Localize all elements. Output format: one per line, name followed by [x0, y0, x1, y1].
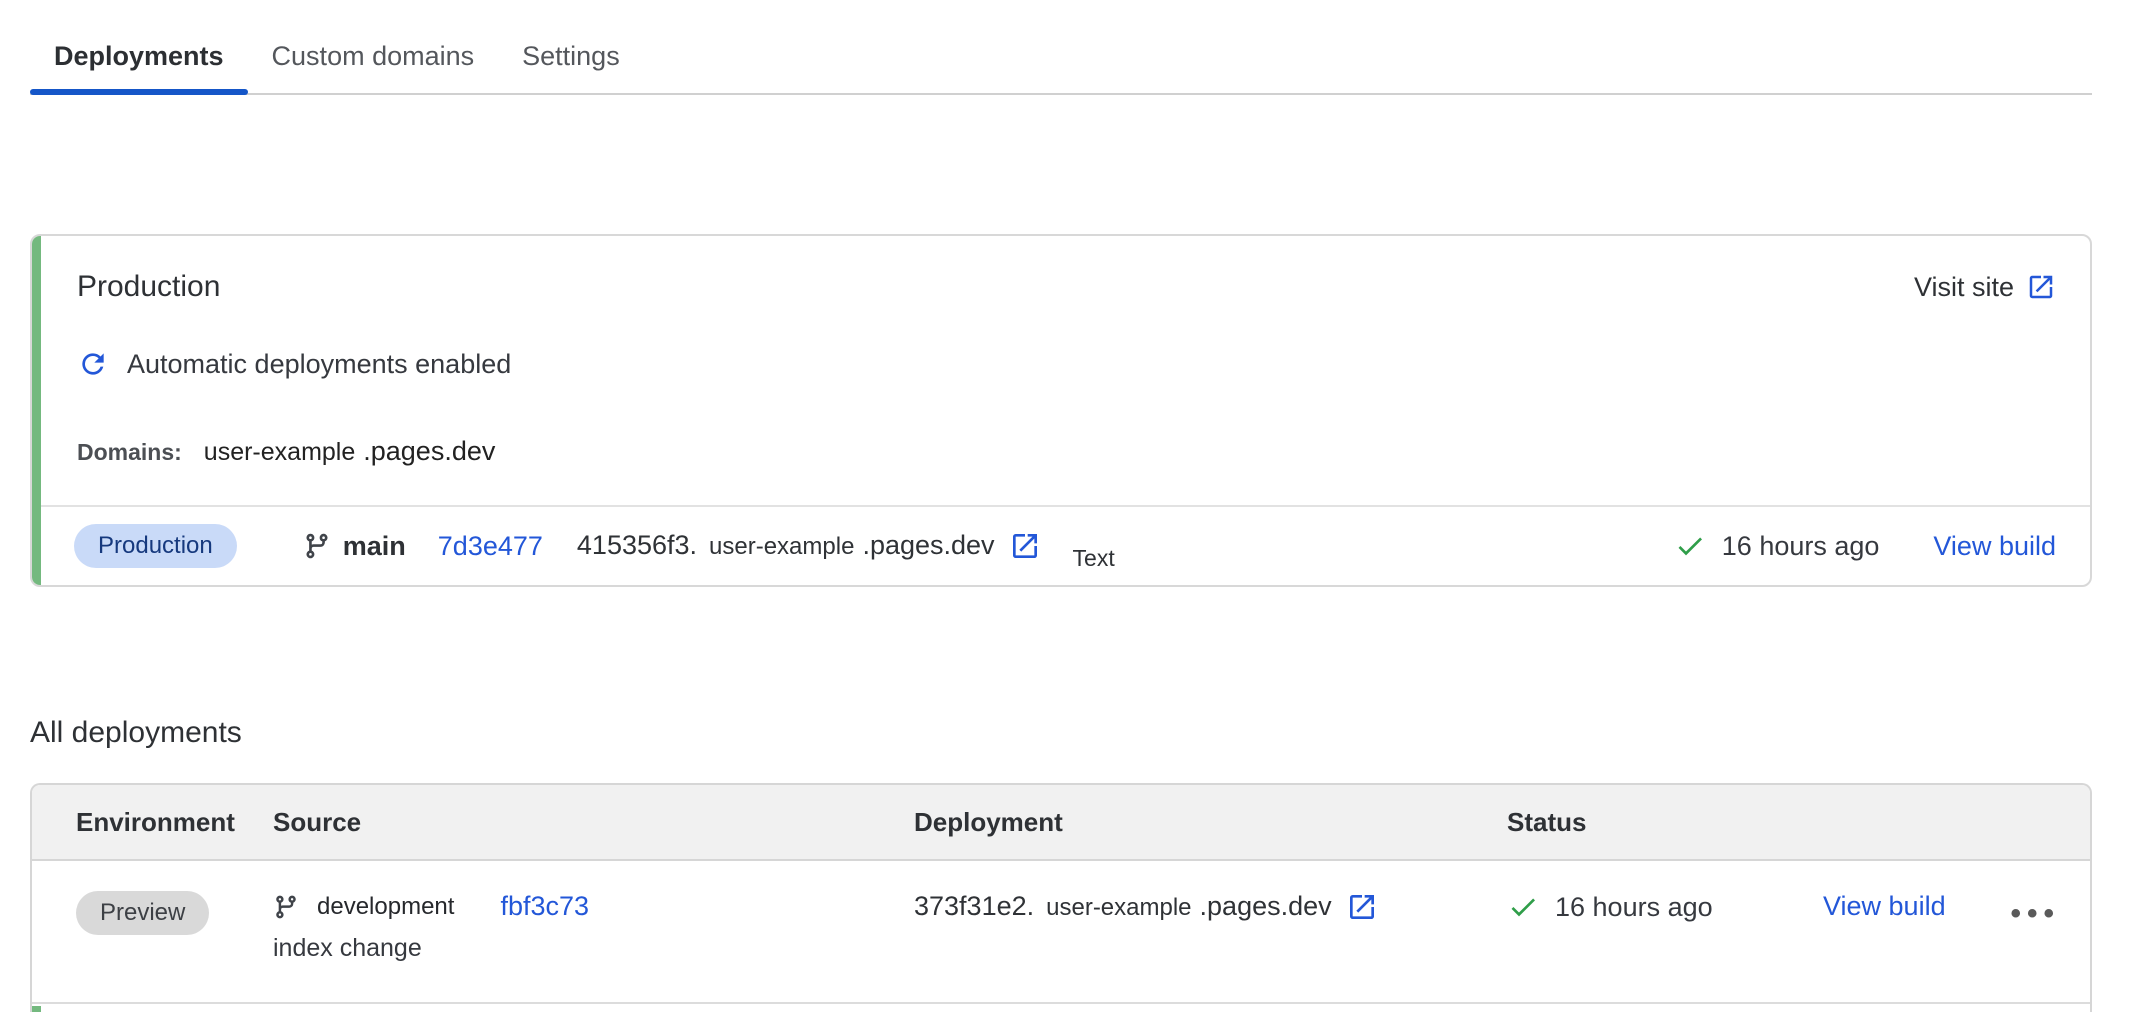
- actions-cell: View build: [1823, 891, 1970, 922]
- tab-custom-domains-label: Custom domains: [272, 41, 475, 72]
- environment-cell: Preview: [76, 891, 273, 935]
- production-card: Production Visit site Automatic deployme…: [30, 234, 2092, 587]
- tab-deployments[interactable]: Deployments: [30, 0, 248, 93]
- deployments-table: Environment Source Deployment Status Pre…: [30, 783, 2092, 1012]
- commit-message: index change: [273, 934, 422, 963]
- row-menu-button[interactable]: •••: [1970, 891, 2060, 931]
- view-build-link[interactable]: View build: [1823, 891, 1946, 922]
- source-cell: development fbf3c73 index change: [273, 891, 914, 963]
- status-cell: 16 hours ago: [1507, 891, 1823, 923]
- branch-group: main: [303, 531, 406, 562]
- table-row: Preview development fbf3c73 index change…: [32, 861, 2090, 1004]
- url-name: user-example: [709, 533, 854, 561]
- commit-link[interactable]: 7d3e477: [438, 531, 543, 562]
- domain-name: user-example: [204, 438, 355, 467]
- url-prefix: 415356f3.: [577, 530, 697, 561]
- check-icon: [1507, 891, 1539, 923]
- environment-badge: Preview: [76, 891, 209, 935]
- external-link-icon[interactable]: [1346, 891, 1378, 923]
- production-title: Production: [77, 270, 220, 304]
- tab-custom-domains[interactable]: Custom domains: [248, 0, 499, 93]
- refresh-icon: [77, 348, 109, 380]
- commit-link[interactable]: fbf3c73: [500, 891, 589, 922]
- deployment-time: 16 hours ago: [1555, 892, 1713, 923]
- view-build-link[interactable]: View build: [1933, 531, 2056, 562]
- git-branch-icon: [273, 894, 299, 920]
- tab-deployments-label: Deployments: [54, 41, 224, 72]
- tab-settings[interactable]: Settings: [498, 0, 644, 93]
- deployment-time: 16 hours ago: [1722, 531, 1880, 562]
- status-group: 16 hours ago View build: [1674, 530, 2056, 562]
- external-link-icon[interactable]: [1009, 530, 1041, 562]
- column-status: Status: [1507, 807, 1823, 838]
- next-row-partial: [32, 1004, 2090, 1012]
- visit-site-link[interactable]: Visit site: [1914, 272, 2056, 303]
- deployment-url: 415356f3. user-example .pages.dev: [577, 530, 1041, 562]
- url-prefix: 373f31e2.: [914, 891, 1034, 922]
- column-deployment: Deployment: [914, 807, 1507, 838]
- note-text: Text: [1073, 545, 1115, 572]
- column-source: Source: [273, 807, 914, 838]
- branch-name: development: [317, 893, 454, 921]
- url-name: user-example: [1046, 894, 1191, 922]
- deployment-cell: 373f31e2. user-example .pages.dev: [914, 891, 1507, 923]
- all-deployments-heading: All deployments: [30, 716, 242, 750]
- tab-settings-label: Settings: [522, 41, 620, 72]
- git-branch-icon: [303, 532, 331, 560]
- production-card-header: Production Visit site: [77, 270, 2056, 304]
- branch-name: main: [343, 531, 406, 562]
- auto-deployments-row: Automatic deployments enabled: [77, 348, 511, 380]
- auto-deployments-text: Automatic deployments enabled: [127, 349, 511, 380]
- deployments-page: Deployments Custom domains Settings Prod…: [0, 0, 2132, 1012]
- tab-bar: Deployments Custom domains Settings: [30, 0, 2092, 95]
- external-link-icon: [2026, 272, 2056, 302]
- url-suffix: .pages.dev: [1200, 891, 1332, 922]
- column-environment: Environment: [76, 807, 273, 838]
- environment-badge: Production: [74, 524, 237, 568]
- ellipsis-icon: •••: [2010, 897, 2060, 931]
- domains-row: Domains: user-example .pages.dev: [77, 436, 495, 467]
- check-icon: [1674, 530, 1706, 562]
- visit-site-label: Visit site: [1914, 272, 2014, 303]
- production-deployment-row: Production main 7d3e477 415356f3. user-e…: [41, 505, 2090, 585]
- table-header-row: Environment Source Deployment Status: [32, 785, 2090, 861]
- url-suffix: .pages.dev: [862, 530, 994, 561]
- domain-suffix: .pages.dev: [363, 436, 495, 467]
- domains-label: Domains:: [77, 439, 182, 466]
